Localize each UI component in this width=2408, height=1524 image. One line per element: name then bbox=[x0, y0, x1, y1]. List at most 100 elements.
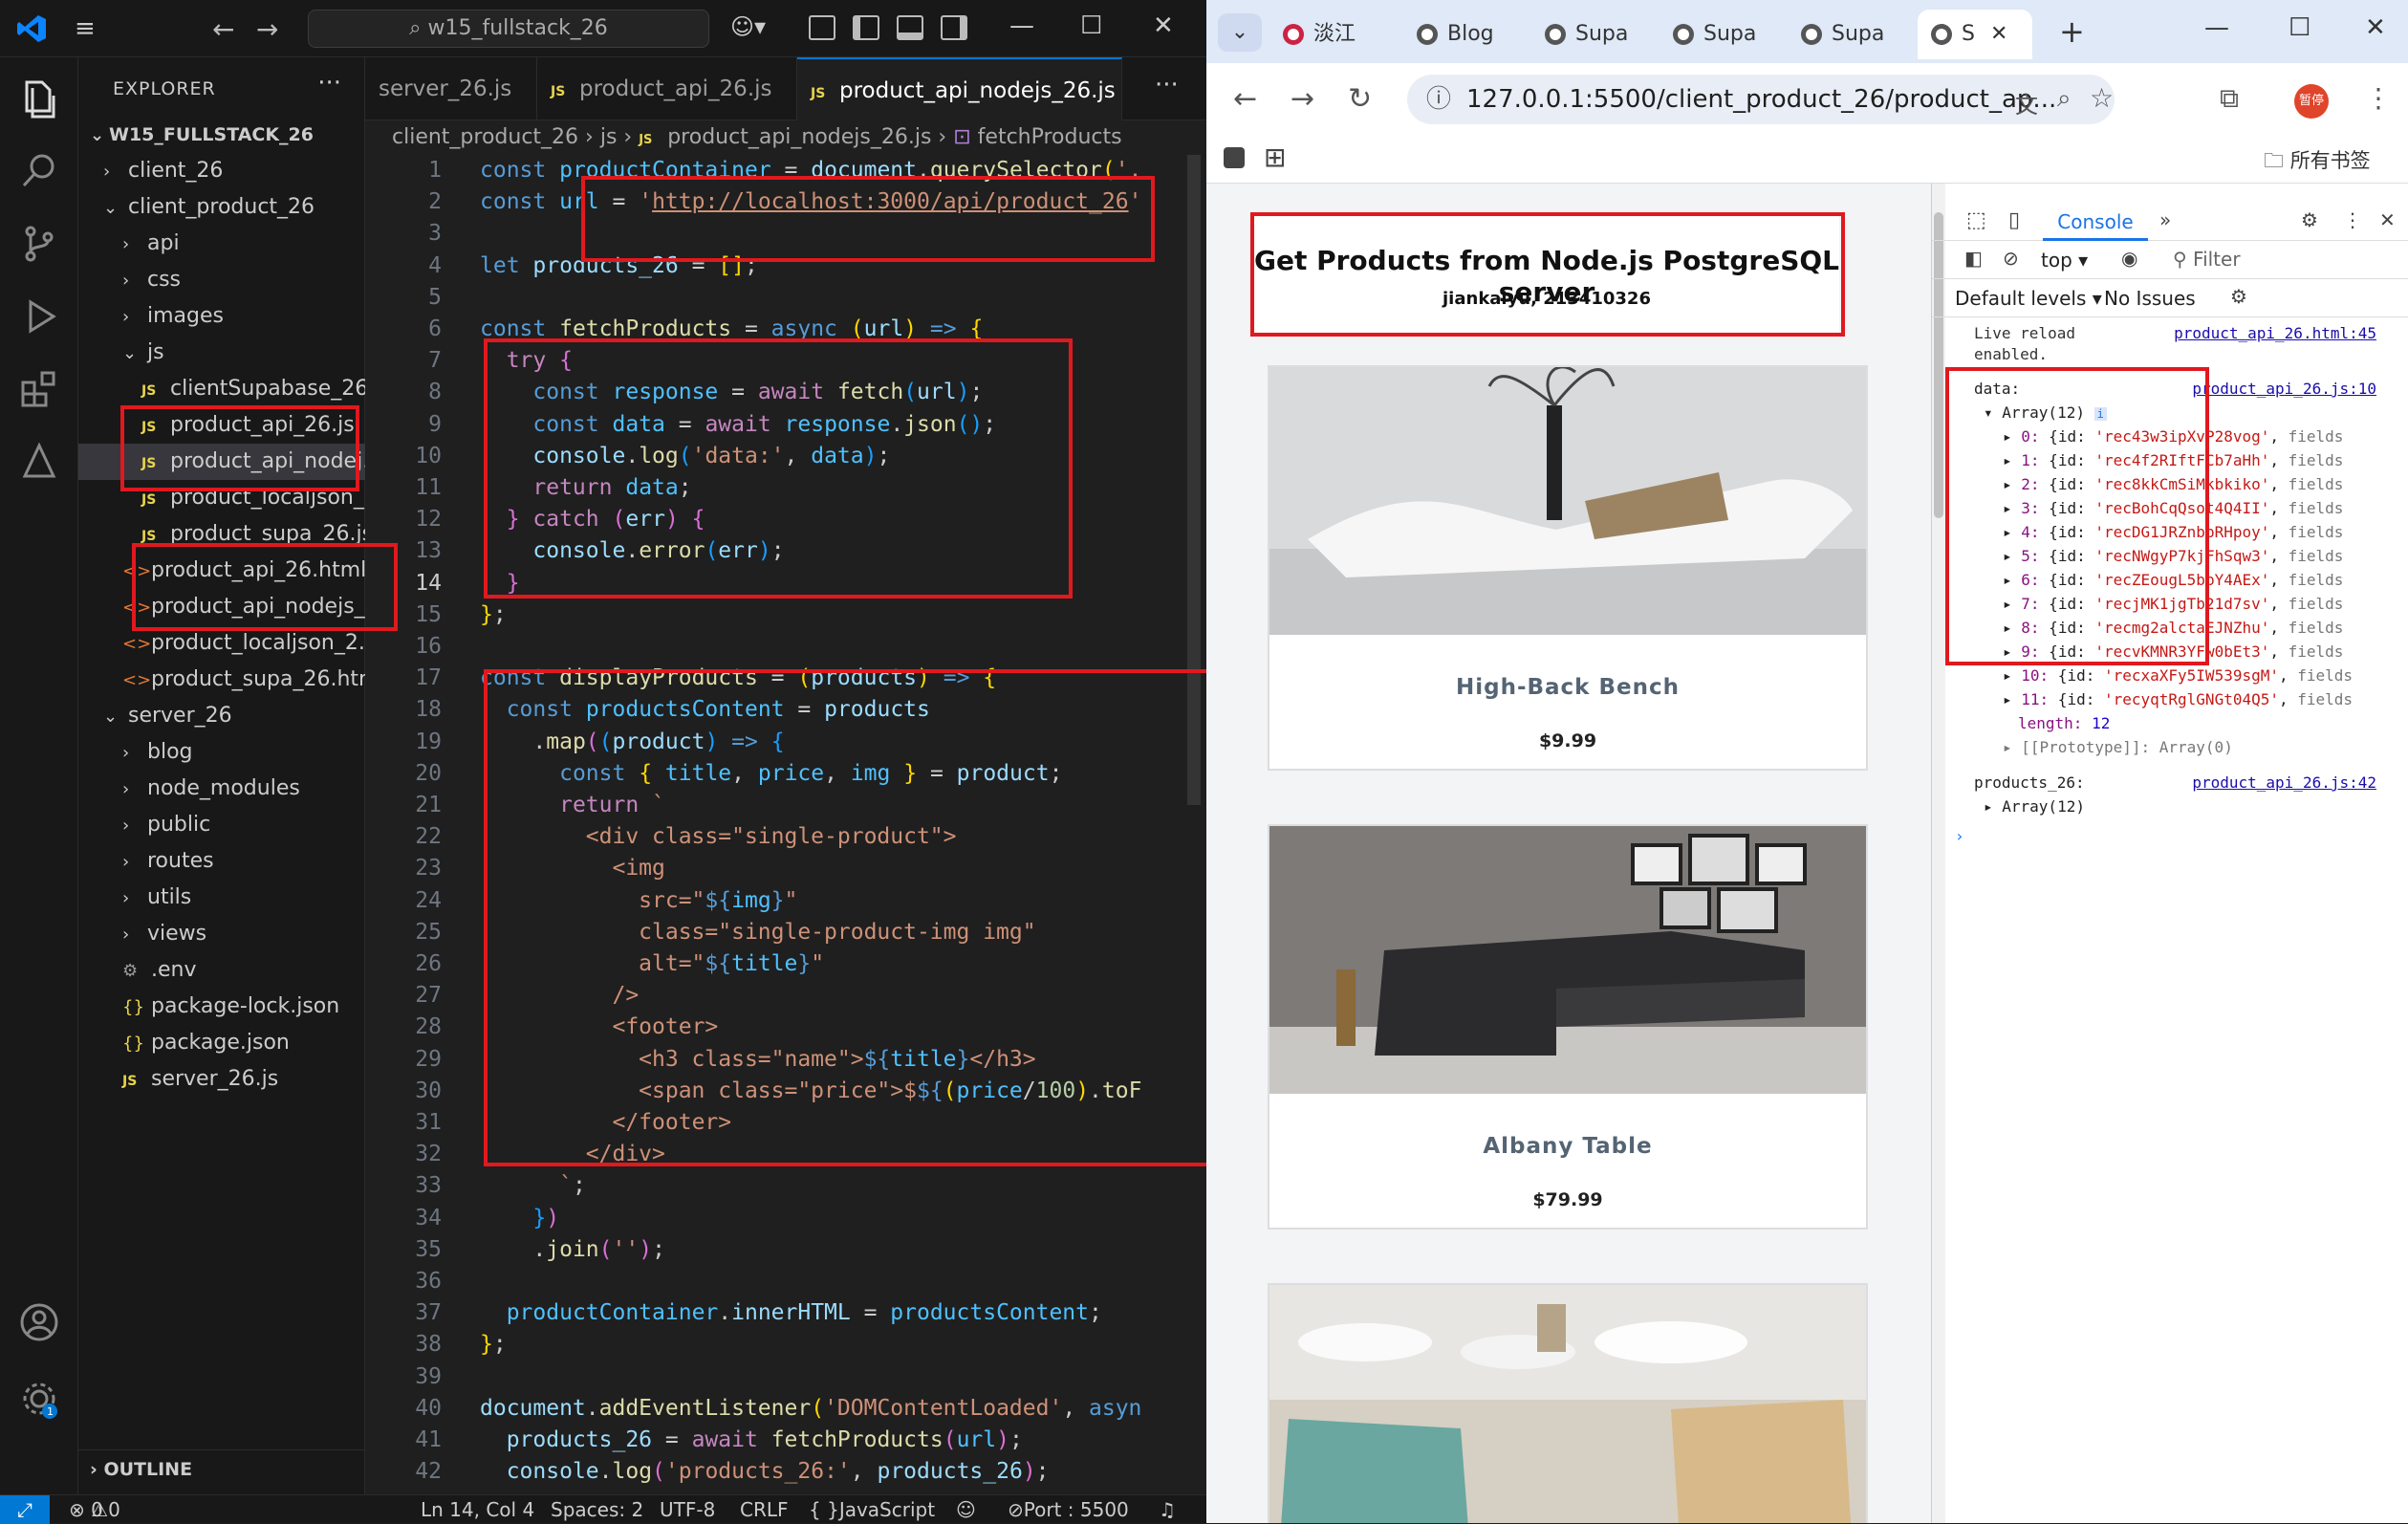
tab-console[interactable]: Console bbox=[2043, 203, 2148, 241]
prototype-row[interactable]: ▸ [[Prototype]]: Array(0) bbox=[1932, 735, 2408, 759]
tab-server-26[interactable]: server_26.js bbox=[365, 57, 537, 120]
context-selector[interactable]: top ▾ bbox=[2041, 249, 2088, 272]
array-item-row[interactable]: ▸ 11: {id: 'recyqtRglGNGt04Q5', fields bbox=[1932, 687, 2408, 711]
chrome-tab-active[interactable]: S ✕ bbox=[1918, 10, 2032, 59]
live-expression-eye-icon[interactable]: ◉ bbox=[2121, 247, 2137, 270]
forward-arrow-icon[interactable]: → bbox=[1291, 82, 1314, 116]
indentation[interactable]: Spaces: 2 bbox=[551, 1495, 643, 1524]
tree-item[interactable]: › blog bbox=[78, 734, 365, 771]
tree-item[interactable]: JS server_26.js bbox=[78, 1061, 365, 1098]
chrome-tab[interactable]: Supa bbox=[1673, 10, 1788, 59]
supabase-icon[interactable] bbox=[17, 440, 61, 484]
tree-item[interactable]: ⌄ server_26 bbox=[78, 698, 365, 734]
more-actions-icon[interactable]: ··· bbox=[1155, 71, 1179, 99]
tab-product-api-nodejs-26[interactable]: JSproduct_api_nodejs_26.js✕ bbox=[797, 57, 1122, 120]
tree-item[interactable]: › routes bbox=[78, 843, 365, 880]
close-devtools-icon[interactable]: ✕ bbox=[2379, 208, 2396, 231]
tree-item[interactable]: › node_modules bbox=[78, 771, 365, 807]
tree-item[interactable]: › client_26 bbox=[78, 153, 365, 189]
minimize-icon[interactable]: — bbox=[1009, 11, 1034, 40]
live-server-port[interactable]: ⊘ Port : 5500 bbox=[1008, 1495, 1129, 1524]
settings-gear-icon[interactable]: 1 bbox=[17, 1377, 61, 1421]
maximize-icon[interactable]: ☐ bbox=[1080, 11, 1102, 40]
forward-arrow-icon[interactable]: → bbox=[256, 13, 278, 45]
layout-customize-icon[interactable] bbox=[809, 15, 835, 40]
tree-item[interactable]: › api bbox=[78, 226, 365, 262]
breadcrumb-item[interactable]: client_product_26 bbox=[392, 125, 578, 149]
tree-item[interactable]: JS clientSupabase_26.js bbox=[78, 371, 365, 407]
tab-search-icon[interactable]: ⌄ bbox=[1218, 13, 1262, 52]
chrome-tab[interactable]: Supa bbox=[1801, 10, 1916, 59]
outline-section[interactable]: › OUTLINE bbox=[78, 1449, 365, 1488]
chrome-menu-icon[interactable]: ⋮ bbox=[2365, 82, 2392, 114]
encoding[interactable]: UTF-8 bbox=[660, 1495, 715, 1524]
tree-item[interactable]: ⚙ .env bbox=[78, 952, 365, 989]
source-control-icon[interactable] bbox=[17, 222, 61, 266]
console-filter-input[interactable]: ⚲ Filter bbox=[2173, 245, 2402, 273]
code-line[interactable]: }; bbox=[480, 599, 507, 631]
reload-icon[interactable]: ↻ bbox=[1348, 82, 1372, 116]
array-expander[interactable]: ▸ Array(12) bbox=[1932, 795, 2408, 818]
array-item-row[interactable]: ▸ 10: {id: 'recxaXFy5IW539sgM', fields bbox=[1932, 664, 2408, 687]
explorer-icon[interactable] bbox=[17, 76, 61, 120]
console-prompt[interactable]: › bbox=[1932, 824, 2408, 848]
tree-item[interactable]: ⌄ js bbox=[78, 335, 365, 371]
search-icon[interactable] bbox=[17, 149, 61, 193]
minimize-icon[interactable]: — bbox=[2204, 13, 2229, 42]
code-line[interactable]: products_26 = await fetchProducts(url); bbox=[480, 1425, 1023, 1456]
log-levels-dropdown[interactable]: Default levels ▾ bbox=[1955, 287, 2102, 310]
console-settings-gear-icon[interactable]: ⚙ bbox=[2230, 285, 2247, 308]
run-debug-icon[interactable] bbox=[17, 294, 61, 338]
all-bookmarks[interactable]: 🗀 所有书签 bbox=[2264, 145, 2371, 181]
code-line[interactable]: }; bbox=[480, 1329, 507, 1361]
code-line[interactable]: productContainer.innerHTML = productsCon… bbox=[480, 1297, 1102, 1329]
bookmark-star-icon[interactable]: ☆ bbox=[2090, 82, 2114, 114]
source-link[interactable]: product_api_26.js:42 bbox=[2192, 771, 2376, 795]
account-icon[interactable] bbox=[17, 1300, 61, 1344]
profile-avatar[interactable]: 暂停 bbox=[2294, 84, 2329, 119]
cursor-position[interactable]: Ln 14, Col 4 bbox=[421, 1495, 534, 1524]
toggle-secondary-sidebar-icon[interactable] bbox=[941, 15, 967, 40]
issues-counter[interactable]: No Issues bbox=[2104, 287, 2196, 310]
breadcrumb-item[interactable]: fetchProducts bbox=[978, 125, 1122, 149]
extensions-icon[interactable] bbox=[17, 367, 61, 411]
tree-item[interactable]: ⌄ client_product_26 bbox=[78, 189, 365, 226]
sidebar-toggle-icon[interactable]: ◧ bbox=[1964, 247, 1983, 270]
line-ending[interactable]: CRLF bbox=[740, 1495, 789, 1524]
tab-product-api-26[interactable]: JS product_api_26.js bbox=[537, 57, 797, 120]
back-arrow-icon[interactable]: ← bbox=[1233, 82, 1257, 116]
translate-icon[interactable]: 文 bbox=[2015, 86, 2038, 120]
source-link[interactable]: product_api_26.js:10 bbox=[2192, 377, 2376, 401]
apps-grid-icon[interactable]: ⊞ bbox=[1264, 142, 1286, 173]
close-tab-icon[interactable]: ✕ bbox=[1990, 22, 2007, 46]
device-toolbar-icon[interactable]: ▯ bbox=[2008, 208, 2020, 232]
copilot-icon[interactable]: ☺▾ bbox=[730, 13, 766, 40]
code-line[interactable]: .join(''); bbox=[480, 1234, 665, 1266]
devtools-menu-icon[interactable]: ⋮ bbox=[2343, 208, 2362, 231]
tree-item[interactable]: › public bbox=[78, 807, 365, 843]
tree-item[interactable]: › css bbox=[78, 262, 365, 298]
workspace-root[interactable]: ⌄ W15_FULLSTACK_26 bbox=[78, 117, 365, 153]
tree-item[interactable]: <>product_supa_26.html bbox=[78, 662, 365, 698]
copilot-status-icon[interactable]: ☺ bbox=[956, 1495, 976, 1524]
code-line[interactable]: }) bbox=[480, 1203, 559, 1234]
breadcrumb-item[interactable]: js bbox=[600, 125, 618, 149]
toggle-panel-icon[interactable] bbox=[897, 15, 923, 40]
tree-item[interactable]: › images bbox=[78, 298, 365, 335]
more-actions-icon[interactable]: ··· bbox=[317, 69, 341, 98]
clear-console-icon[interactable]: ⊘ bbox=[2003, 247, 2019, 270]
maximize-icon[interactable]: ☐ bbox=[2289, 13, 2310, 42]
more-tabs-icon[interactable]: » bbox=[2159, 208, 2171, 231]
command-center-search[interactable]: ⌕ w15_fullstack_26 bbox=[308, 10, 709, 48]
zoom-icon[interactable]: ⌕ bbox=[2057, 84, 2072, 114]
site-info-icon[interactable]: ⓘ bbox=[1426, 75, 1451, 124]
chrome-tab[interactable]: Supa bbox=[1545, 10, 1660, 59]
remote-icon[interactable]: ⤢ bbox=[0, 1495, 50, 1524]
new-tab-icon[interactable]: + bbox=[2059, 13, 2085, 50]
tree-item[interactable]: › views bbox=[78, 916, 365, 952]
close-icon[interactable]: ✕ bbox=[2365, 13, 2386, 42]
tree-item[interactable]: › utils bbox=[78, 880, 365, 916]
code-line[interactable]: `; bbox=[480, 1170, 586, 1202]
inspect-element-icon[interactable]: ⬚ bbox=[1966, 208, 1986, 232]
tree-item[interactable]: {} package-lock.json bbox=[78, 989, 365, 1025]
